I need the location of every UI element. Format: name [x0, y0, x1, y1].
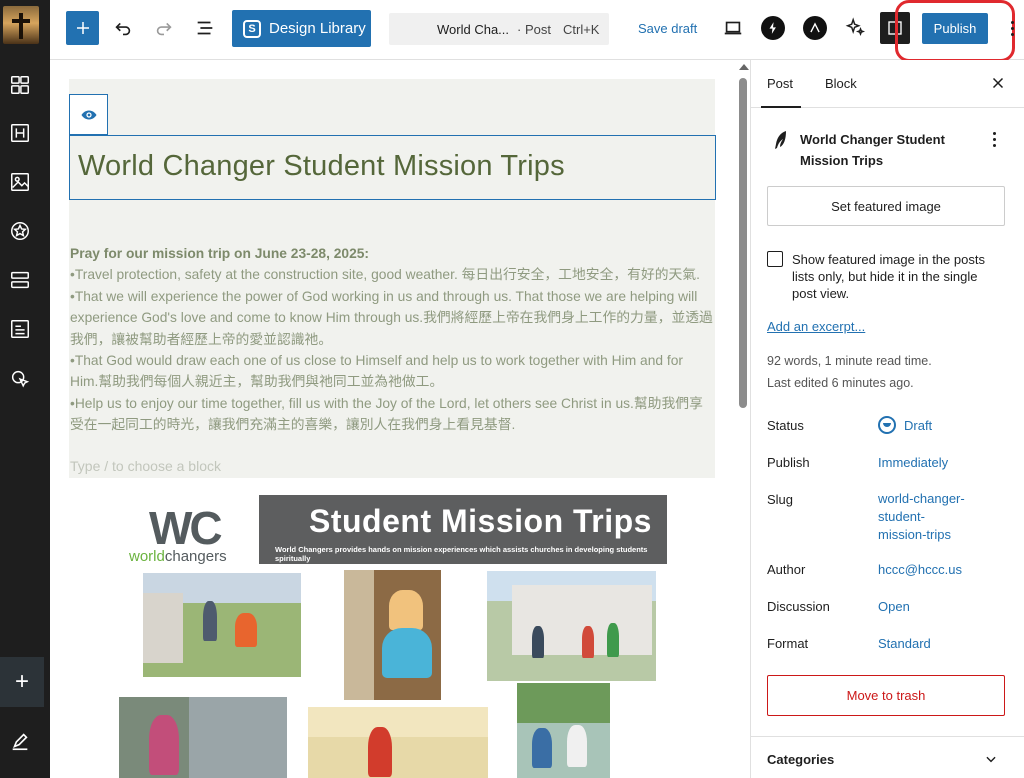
- cross-shape-bar: [12, 19, 30, 23]
- settings-sidebar-toggle[interactable]: [880, 12, 910, 44]
- options-menu-icon[interactable]: [1005, 16, 1019, 40]
- design-library-icon: S: [243, 19, 261, 38]
- photo-siding: [119, 697, 287, 778]
- scrollbar-thumb[interactable]: [739, 78, 747, 408]
- post-title-block[interactable]: World Changer Student Mission Trips: [69, 135, 716, 200]
- scroll-up-arrow-icon[interactable]: [739, 64, 749, 70]
- add-block-button[interactable]: [66, 11, 99, 45]
- patterns-icon[interactable]: [7, 72, 33, 98]
- post-feather-icon: [774, 130, 788, 150]
- last-edited: Last edited 6 minutes ago.: [767, 376, 914, 390]
- discussion-label: Discussion: [767, 599, 830, 614]
- jetpack-boost-icon[interactable]: [761, 16, 785, 40]
- prayer-line: •That we will experience the power of Go…: [70, 288, 713, 347]
- block-placeholder[interactable]: Type / to choose a block: [70, 458, 221, 474]
- publish-date-label: Publish: [767, 455, 810, 470]
- format-label: Format: [767, 636, 809, 651]
- preview-device-icon[interactable]: [721, 16, 745, 40]
- cursor-click-icon[interactable]: [7, 366, 33, 392]
- banner-title: Student Mission Trips: [309, 503, 652, 539]
- featured-image-checkbox-label: Show featured image in the posts lists o…: [792, 252, 985, 301]
- ai-sparkle-icon[interactable]: [843, 16, 867, 40]
- add-excerpt-link[interactable]: Add an excerpt...: [767, 319, 865, 334]
- tab-block[interactable]: Block: [825, 76, 857, 91]
- prayer-line: •That God would draw each one of us clos…: [70, 353, 683, 390]
- publish-date-value[interactable]: Immediately: [878, 454, 948, 472]
- add-block-icon[interactable]: +: [0, 657, 44, 707]
- media-icon[interactable]: [7, 169, 33, 195]
- prayer-line: •Travel protection, safety at the constr…: [70, 267, 700, 283]
- group-block[interactable]: World Changer Student Mission Trips Pray…: [69, 79, 716, 478]
- publish-button[interactable]: Publish: [922, 13, 988, 44]
- sidebar-tabs: Post Block: [751, 60, 1024, 108]
- close-icon[interactable]: [989, 74, 1007, 92]
- command-palette-bar[interactable]: World Cha... · Post Ctrl+K: [389, 13, 609, 45]
- visibility-eye-icon[interactable]: [69, 94, 108, 135]
- draft-status-icon: [878, 416, 896, 434]
- design-library-label: Design Library: [269, 20, 366, 37]
- design-library-button[interactable]: S Design Library: [232, 10, 371, 47]
- post-actions-icon[interactable]: [991, 130, 997, 148]
- post-title-text[interactable]: World Changer Student Mission Trips: [78, 150, 565, 183]
- status-value-text: Draft: [904, 417, 933, 433]
- author-label: Author: [767, 562, 806, 577]
- heading-icon[interactable]: [7, 120, 33, 146]
- prayer-heading: Pray for our mission trip on June 23-28,…: [70, 246, 370, 261]
- status-label: Status: [767, 418, 804, 433]
- undo-icon[interactable]: [111, 16, 135, 40]
- page-list-icon[interactable]: [7, 316, 33, 342]
- canvas-scrollbar[interactable]: [737, 60, 749, 778]
- command-title: World Cha...: [437, 21, 510, 37]
- categories-divider: [751, 736, 1024, 737]
- discussion-value[interactable]: Open: [878, 598, 910, 616]
- editor-canvas: World Changer Student Mission Trips Pray…: [50, 60, 750, 778]
- world-changers-logo: WC worldchangers: [129, 501, 249, 571]
- command-post-type: · Post: [517, 21, 551, 37]
- status-value[interactable]: Draft: [878, 416, 932, 434]
- tab-post[interactable]: Post: [767, 76, 793, 91]
- save-draft-button[interactable]: Save draft: [638, 21, 697, 36]
- astra-icon[interactable]: [803, 16, 827, 40]
- prayer-line: •Help us to enjoy our time together, fil…: [70, 395, 703, 433]
- command-shortcut: Ctrl+K: [562, 21, 600, 37]
- photo-house-painting: [487, 571, 656, 681]
- photo-ladder: [308, 707, 488, 778]
- prayer-paragraph[interactable]: Pray for our mission trip on June 23-28,…: [70, 243, 715, 436]
- move-to-trash-button[interactable]: Move to trash: [767, 675, 1005, 716]
- photo-scaffold: [517, 683, 610, 778]
- set-featured-image-button[interactable]: Set featured image: [767, 186, 1005, 226]
- slug-value[interactable]: world-changer- student- mission-trips: [878, 490, 965, 544]
- redo-icon[interactable]: [152, 16, 176, 40]
- format-value[interactable]: Standard: [878, 635, 931, 653]
- photo-painting: [344, 570, 441, 700]
- active-tab-indicator: [761, 106, 801, 108]
- author-value[interactable]: hccc@hccc.us: [878, 561, 962, 579]
- logo-letters: WC: [149, 502, 223, 554]
- banner-subtitle: World Changers provides hands on mission…: [275, 545, 648, 563]
- left-rail: +: [0, 0, 50, 778]
- mission-trips-banner: Student Mission Trips World Changers pro…: [259, 495, 667, 564]
- photo-yard-work: [143, 573, 301, 677]
- blocks-icon[interactable]: [7, 267, 33, 293]
- site-icon[interactable]: [3, 6, 39, 44]
- chevron-down-icon[interactable]: [984, 752, 998, 766]
- settings-sidebar: Post Block World Changer Student Mission…: [750, 60, 1024, 778]
- sidebar-post-title: World Changer Student Mission Trips: [800, 132, 945, 168]
- featured-image-checkbox[interactable]: [767, 251, 783, 267]
- slug-label: Slug: [767, 492, 794, 507]
- word-count: 92 words, 1 minute read time.: [767, 354, 932, 368]
- categories-panel-toggle[interactable]: Categories: [767, 752, 834, 767]
- document-overview-icon[interactable]: [193, 16, 217, 40]
- logo-wordmark: worldchangers: [129, 548, 227, 565]
- edit-icon[interactable]: [9, 730, 31, 752]
- top-toolbar: S Design Library World Cha... · Post Ctr…: [50, 0, 1024, 62]
- cross-shape: [19, 13, 23, 39]
- styles-icon[interactable]: [7, 218, 33, 244]
